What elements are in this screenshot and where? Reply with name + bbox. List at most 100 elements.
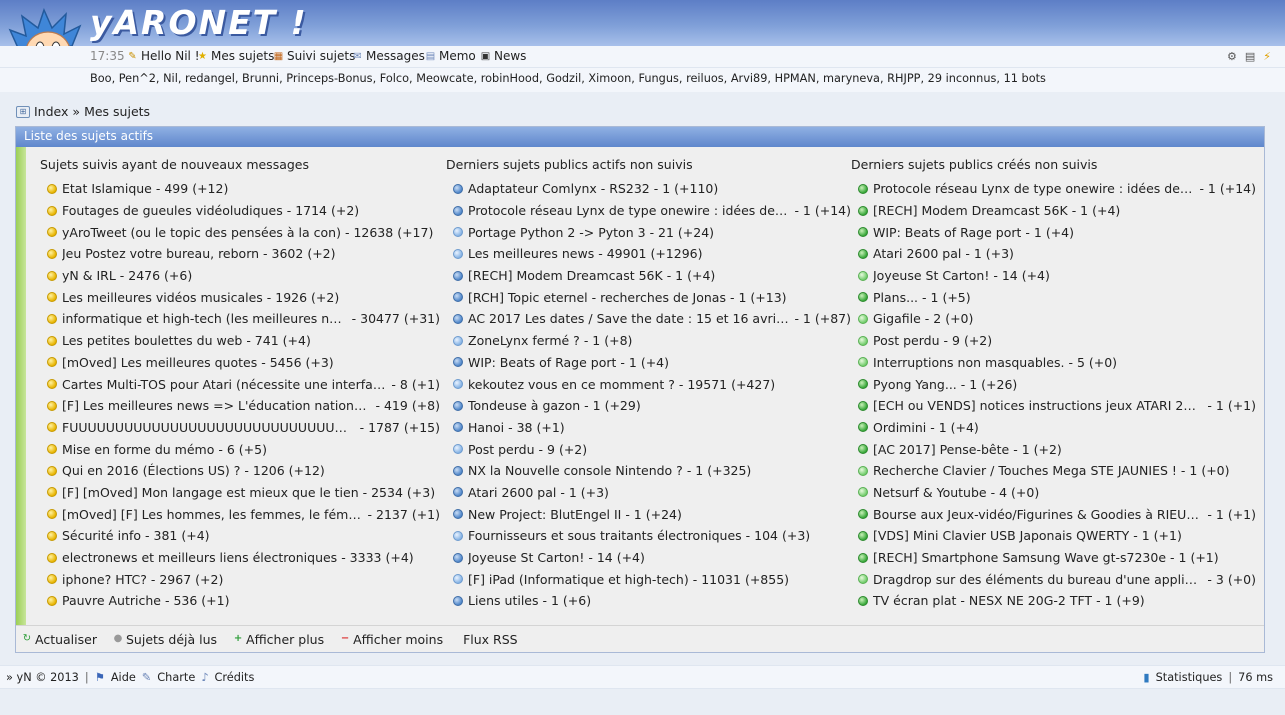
site-logo-text[interactable]: yARONET ! [90, 3, 308, 42]
topic-count: - 3602 (+2) [263, 246, 336, 262]
topic-link[interactable]: [RECH] Modem Dreamcast 56K [468, 268, 663, 283]
topic-link[interactable]: Portage Python 2 -> Pyton 3 [468, 225, 646, 240]
topic-link[interactable]: Bourse aux Jeux-vidéo/Figurines & Goodie… [873, 507, 1203, 522]
topic-item: ZoneLynx fermé ? - 1 (+8) [446, 330, 851, 352]
topic-link[interactable]: Jeu Postez votre bureau, reborn [62, 246, 259, 261]
breadcrumb-index[interactable]: Index [34, 104, 68, 119]
topic-link[interactable]: Foutages de gueules vidéoludiques [62, 203, 283, 218]
topic-link[interactable]: Les meilleures news [468, 246, 594, 261]
topic-item: [RECH] Modem Dreamcast 56K - 1 (+4) [851, 200, 1256, 222]
topic-link[interactable]: yN & IRL [62, 268, 116, 283]
blue-status-dot-icon [453, 422, 463, 433]
topic-link[interactable]: iphone? HTC? [62, 572, 147, 587]
topic-link[interactable]: [F] [mOved] Mon langage est mieux que le… [62, 485, 359, 500]
topic-link[interactable]: Pyong Yang... [873, 377, 957, 392]
blue-status-dot-icon [453, 270, 463, 281]
topic-link[interactable]: Gigafile [873, 311, 921, 326]
topic-link[interactable]: Protocole réseau Lynx de type onewire : … [468, 203, 790, 218]
topic-item: AC 2017 Les dates / Save the date : 15 e… [446, 308, 851, 330]
topic-link[interactable]: Qui en 2016 (Élections US) ? [62, 463, 240, 478]
topic-link[interactable]: WIP: Beats of Rage port [468, 355, 616, 370]
footer-links: » yN © 2013 | ⚑ Aide ✎ Charte ♪ Crédits [6, 671, 254, 684]
topic-link[interactable]: Plans... [873, 290, 918, 305]
news-icon: ▣ [480, 50, 491, 62]
topic-link[interactable]: [mOved] Les meilleures quotes [62, 355, 257, 370]
topic-link[interactable]: Les meilleures vidéos musicales [62, 290, 263, 305]
show-less-button[interactable]: − Afficher moins [340, 632, 443, 647]
topic-link[interactable]: Tondeuse à gazon [468, 398, 580, 413]
menu-news[interactable]: ▣ News [480, 49, 527, 63]
topic-link[interactable]: Liens utiles [468, 593, 539, 608]
topic-link[interactable]: Adaptateur Comlynx - RS232 [468, 181, 650, 196]
topic-link[interactable]: Post perdu [468, 442, 535, 457]
topic-link[interactable]: [ECH ou VENDS] notices instructions jeux… [873, 398, 1203, 413]
topic-link[interactable]: TV écran plat - NESX NE 20G-2 TFT [873, 593, 1092, 608]
topic-count: - 12638 (+17) [344, 224, 434, 240]
topic-link[interactable]: [F] Les meilleures news => L'éducation n… [62, 398, 372, 413]
document-icon[interactable]: ▤ [1245, 50, 1255, 63]
topic-link[interactable]: [VDS] Mini Clavier USB Japonais QWERTY [873, 528, 1129, 543]
topic-link[interactable]: Hanoi [468, 420, 504, 435]
topic-link[interactable]: informatique et high-tech (les meilleure… [62, 311, 348, 326]
topic-link[interactable]: Netsurf & Youtube [873, 485, 987, 500]
topic-link[interactable]: yAroTweet (ou le topic des pensées à la … [62, 225, 341, 240]
star-icon: ★ [198, 50, 207, 62]
topic-link[interactable]: Dragdrop sur des éléments du bureau d'un… [873, 572, 1203, 587]
show-more-button[interactable]: + Afficher plus [233, 632, 324, 647]
topic-link[interactable]: Post perdu [873, 333, 940, 348]
page-timing: 76 ms [1238, 671, 1273, 684]
topic-link[interactable]: Sécurité info [62, 528, 141, 543]
refresh-button[interactable]: ↻ Actualiser [22, 632, 97, 647]
credits-link[interactable]: Crédits [215, 671, 255, 684]
topic-item: Liens utiles - 1 (+6) [446, 590, 851, 612]
topic-count: - 2534 (+3) [362, 484, 436, 500]
topic-link[interactable]: kekoutez vous en ce momment ? [468, 377, 675, 392]
topic-item: kekoutez vous en ce momment ? - 19571 (+4… [446, 373, 851, 395]
menu-messages[interactable]: ✉ Messages [352, 49, 425, 63]
topic-link[interactable]: Cartes Multi-TOS pour Atari (nécessite u… [62, 377, 387, 392]
topic-link[interactable]: Les petites boulettes du web [62, 333, 242, 348]
topic-link[interactable]: New Project: BlutEngel II [468, 507, 621, 522]
credits-icon: ♪ [201, 671, 209, 684]
topic-link[interactable]: Atari 2600 pal [873, 246, 961, 261]
topic-link[interactable]: Pauvre Autriche [62, 593, 161, 608]
topic-link[interactable]: Atari 2600 pal [468, 485, 556, 500]
topic-link[interactable]: Ordimini [873, 420, 926, 435]
stats-link[interactable]: Statistiques [1156, 671, 1223, 684]
topic-link[interactable]: ZoneLynx fermé ? [468, 333, 580, 348]
topic-link[interactable]: [RECH] Smartphone Samsung Wave gt-s7230e [873, 550, 1166, 565]
lightning-icon[interactable]: ⚡ [1263, 50, 1271, 63]
settings-icon[interactable]: ⚙ [1227, 50, 1237, 63]
topic-link[interactable]: FUUUUUUUUUUUUUUUUUUUUUUUUUUUUUUUUU... [62, 420, 356, 435]
topic-link[interactable]: [AC 2017] Pense-bête [873, 442, 1009, 457]
menu-hello[interactable]: ✎ Hello Nil ! [127, 49, 199, 63]
topic-link[interactable]: [mOved] [F] Les hommes, les femmes, le f… [62, 507, 364, 522]
topic-link[interactable]: WIP: Beats of Rage port [873, 225, 1021, 240]
topic-count: - 1 (+5) [922, 289, 971, 305]
topic-count: - 3333 (+4) [341, 550, 414, 566]
topic-link[interactable]: [RECH] Modem Dreamcast 56K [873, 203, 1068, 218]
topic-link[interactable]: Interruptions non masquables. [873, 355, 1064, 370]
topic-link[interactable]: Recherche Clavier / Touches Mega STE JAU… [873, 463, 1177, 478]
charter-link[interactable]: Charte [157, 671, 195, 684]
topic-link[interactable]: NX la Nouvelle console Nintendo ? [468, 463, 683, 478]
menu-messages-label: Messages [366, 49, 425, 63]
topic-link[interactable]: Fournisseurs et sous traitants électroni… [468, 528, 742, 543]
menu-memo[interactable]: ▤ Memo [425, 49, 476, 63]
topic-link[interactable]: electronews et meilleurs liens électroni… [62, 550, 337, 565]
topic-link[interactable]: Protocole réseau Lynx de type onewire : … [873, 181, 1195, 196]
topic-link[interactable]: Etat Islamique [62, 181, 152, 196]
topic-link[interactable]: Mise en forme du mémo [62, 442, 214, 457]
help-link[interactable]: Aide [111, 671, 136, 684]
menu-suivi-sujets[interactable]: ▦ Suivi sujets [273, 49, 356, 63]
topic-link[interactable]: AC 2017 Les dates / Save the date : 15 e… [468, 311, 790, 326]
topic-count: - 1 (+26) [960, 376, 1018, 392]
rss-link[interactable]: Flux RSS [463, 632, 518, 647]
read-topics-button[interactable]: ● Sujets déjà lus [113, 632, 217, 647]
topic-item: Joyeuse St Carton! - 14 (+4) [851, 265, 1256, 287]
topic-link[interactable]: Joyeuse St Carton! [873, 268, 989, 283]
topic-link[interactable]: [F] iPad (Informatique et high-tech) [468, 572, 689, 587]
topic-link[interactable]: Joyeuse St Carton! [468, 550, 584, 565]
topic-link[interactable]: [RCH] Topic eternel - recherches de Jona… [468, 290, 726, 305]
menu-mes-sujets[interactable]: ★ Mes sujets [197, 49, 274, 63]
